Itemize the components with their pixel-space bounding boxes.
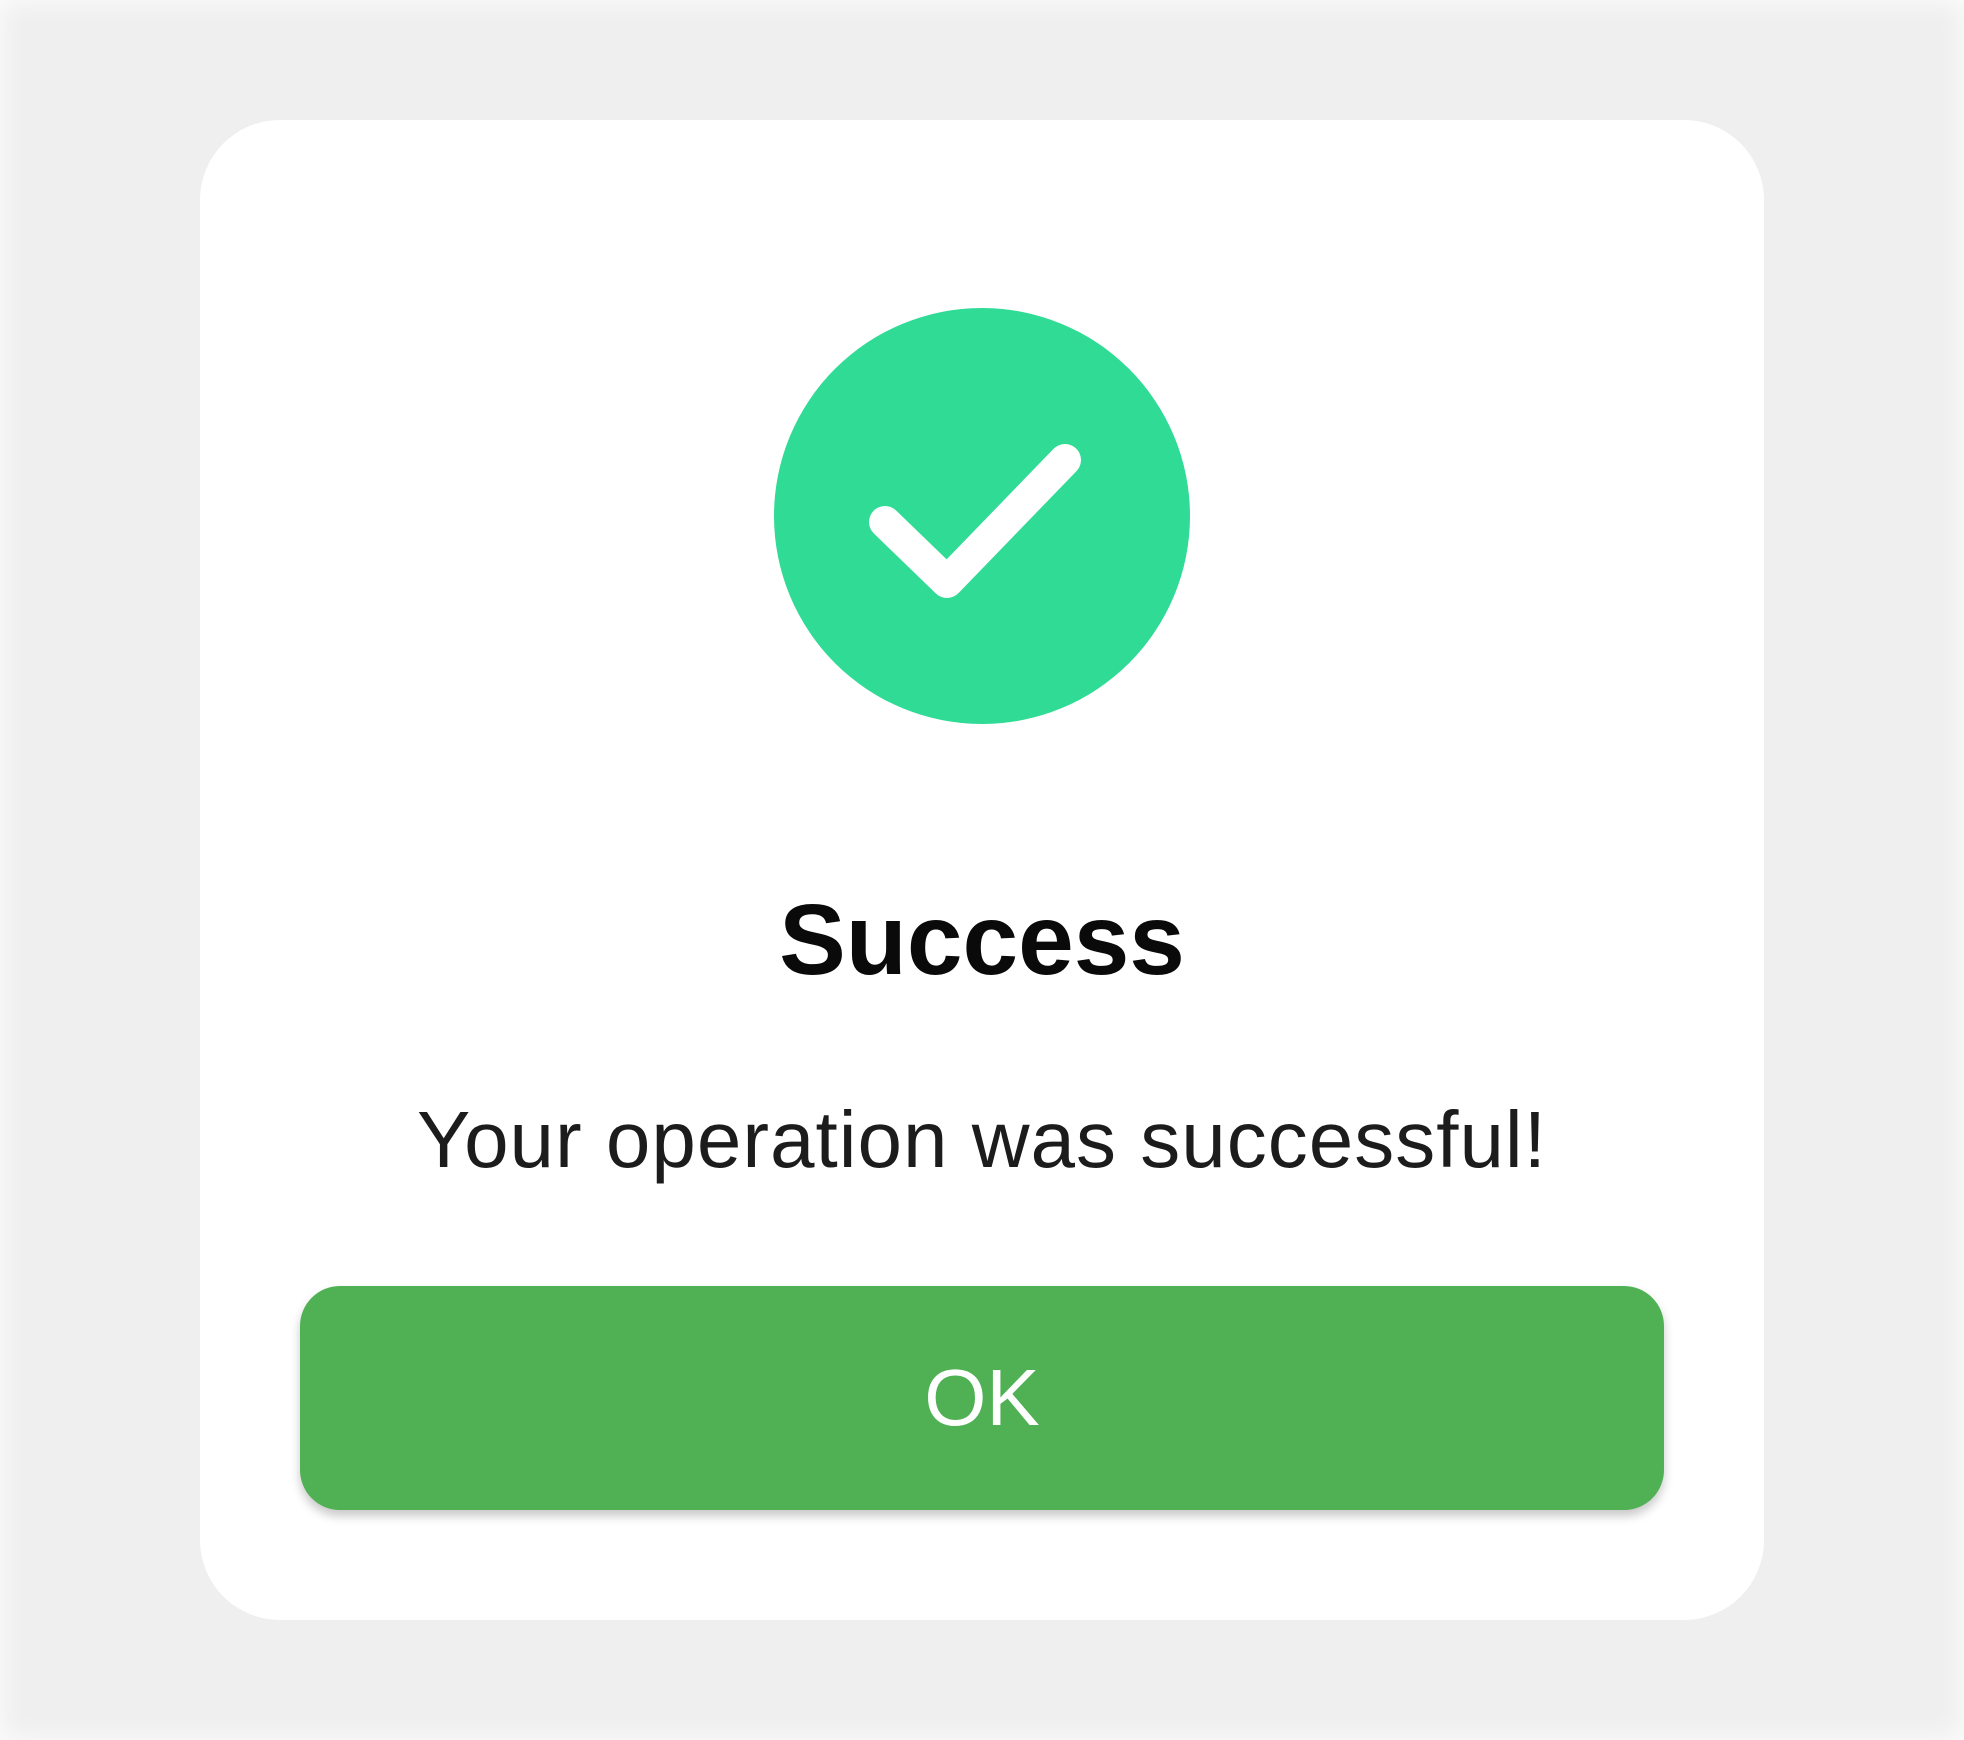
ok-button[interactable]: OK — [300, 1286, 1664, 1510]
dialog-message: Your operation was successful! — [417, 1095, 1547, 1184]
check-circle-icon — [774, 308, 1190, 724]
success-dialog: Success Your operation was successful! O… — [200, 120, 1764, 1620]
dialog-title: Success — [779, 884, 1185, 996]
